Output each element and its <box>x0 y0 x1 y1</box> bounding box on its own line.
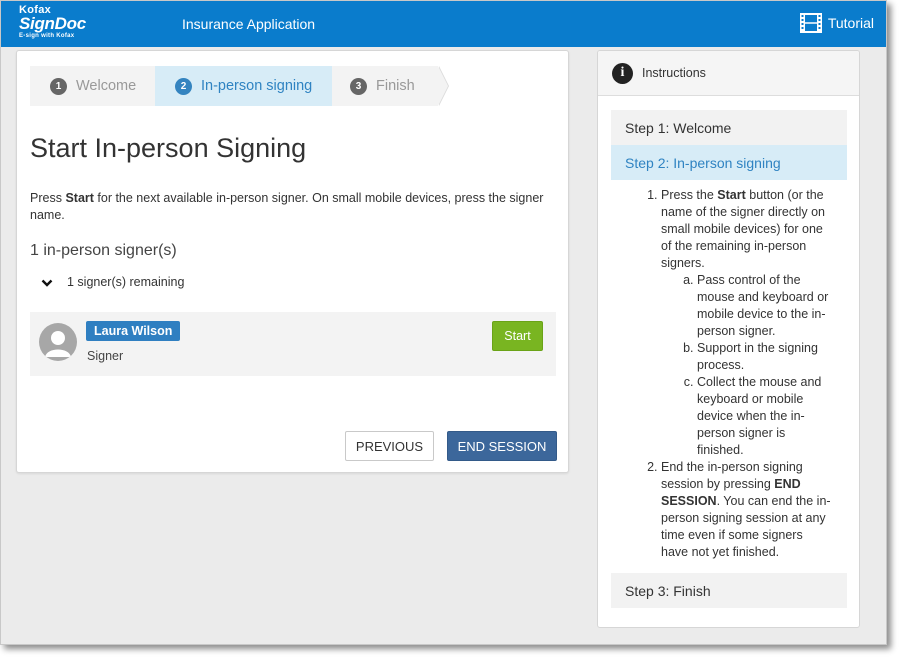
top-bar: Kofax SignDoc E-sign with Kofax Insuranc… <box>1 1 886 47</box>
instruction-list: Press the Start button (or the name of t… <box>625 187 833 561</box>
step-number: 1 <box>50 77 67 95</box>
intro-post: for the next available in-person signer.… <box>30 191 544 222</box>
instruction-step-welcome[interactable]: Step 1: Welcome <box>611 110 847 145</box>
signer-role: Signer <box>87 349 124 363</box>
instructions-header: i Instructions <box>598 51 859 96</box>
intro-text: Press Start for the next available in-pe… <box>30 190 560 224</box>
instruction-item: End the in-person signing session by pre… <box>661 459 833 561</box>
logo-product: SignDoc <box>19 14 86 33</box>
avatar <box>39 323 77 361</box>
instruction-step-in-person-signing[interactable]: Step 2: In-person signing <box>611 145 847 180</box>
instructions-title: Instructions <box>642 66 706 80</box>
wizard-step-in-person-signing: 2 In-person signing <box>155 66 332 106</box>
intro-bold: Start <box>65 191 94 205</box>
instruction-steps: Step 1: Welcome Step 2: In-person signin… <box>611 110 847 608</box>
item-bold: Start <box>717 188 746 202</box>
step-number: 3 <box>350 77 367 95</box>
tutorial-button[interactable]: Tutorial <box>799 13 874 33</box>
step-label: Welcome <box>76 78 137 94</box>
app-title: Insurance Application <box>182 16 316 32</box>
info-icon: i <box>612 62 633 84</box>
signer-name-button[interactable]: Laura Wilson <box>86 321 181 341</box>
step-number: 2 <box>175 77 192 95</box>
instruction-subitem: Collect the mouse and keyboard or mobile… <box>697 374 833 459</box>
chevron-down-icon <box>41 277 53 287</box>
instruction-step-body: Press the Start button (or the name of t… <box>611 180 847 573</box>
previous-button[interactable]: PREVIOUS <box>345 431 434 461</box>
instructions-panel: i Instructions Step 1: Welcome Step 2: I… <box>597 50 860 628</box>
logo-tagline: E-sign with Kofax <box>19 33 75 39</box>
item-text: Press the <box>661 188 718 202</box>
film-icon <box>799 13 822 33</box>
intro-pre: Press <box>30 191 66 205</box>
app-window: Kofax SignDoc E-sign with Kofax Insuranc… <box>0 0 887 645</box>
signer-row: Laura Wilson Signer Start <box>30 312 556 376</box>
remaining-label: 1 signer(s) remaining <box>67 275 185 289</box>
signing-card: 1 Welcome 2 In-person signing 3 Finish S… <box>16 50 569 473</box>
signer-count: 1 in-person signer(s) <box>30 242 177 259</box>
wizard-step-welcome: 1 Welcome <box>30 66 155 106</box>
wizard-step-finish: 3 Finish <box>332 66 449 106</box>
kofax-signdoc-logo[interactable]: Kofax SignDoc E-sign with Kofax <box>19 5 86 40</box>
instruction-subitem: Support in the signing process. <box>697 340 833 374</box>
instruction-item: Press the Start button (or the name of t… <box>661 187 833 459</box>
remaining-toggle[interactable]: 1 signer(s) remaining <box>41 275 184 289</box>
instruction-step-finish[interactable]: Step 3: Finish <box>611 573 847 608</box>
step-label: Finish <box>376 78 415 94</box>
instruction-subitem: Pass control of the mouse and keyboard o… <box>697 272 833 340</box>
step-label: In-person signing <box>201 78 313 94</box>
page-title: Start In-person Signing <box>30 133 307 163</box>
end-session-button[interactable]: END SESSION <box>447 431 557 461</box>
start-button[interactable]: Start <box>492 321 543 351</box>
tutorial-label: Tutorial <box>827 15 874 31</box>
wizard-steps: 1 Welcome 2 In-person signing 3 Finish <box>30 66 449 106</box>
instruction-sublist: Pass control of the mouse and keyboard o… <box>661 272 833 459</box>
